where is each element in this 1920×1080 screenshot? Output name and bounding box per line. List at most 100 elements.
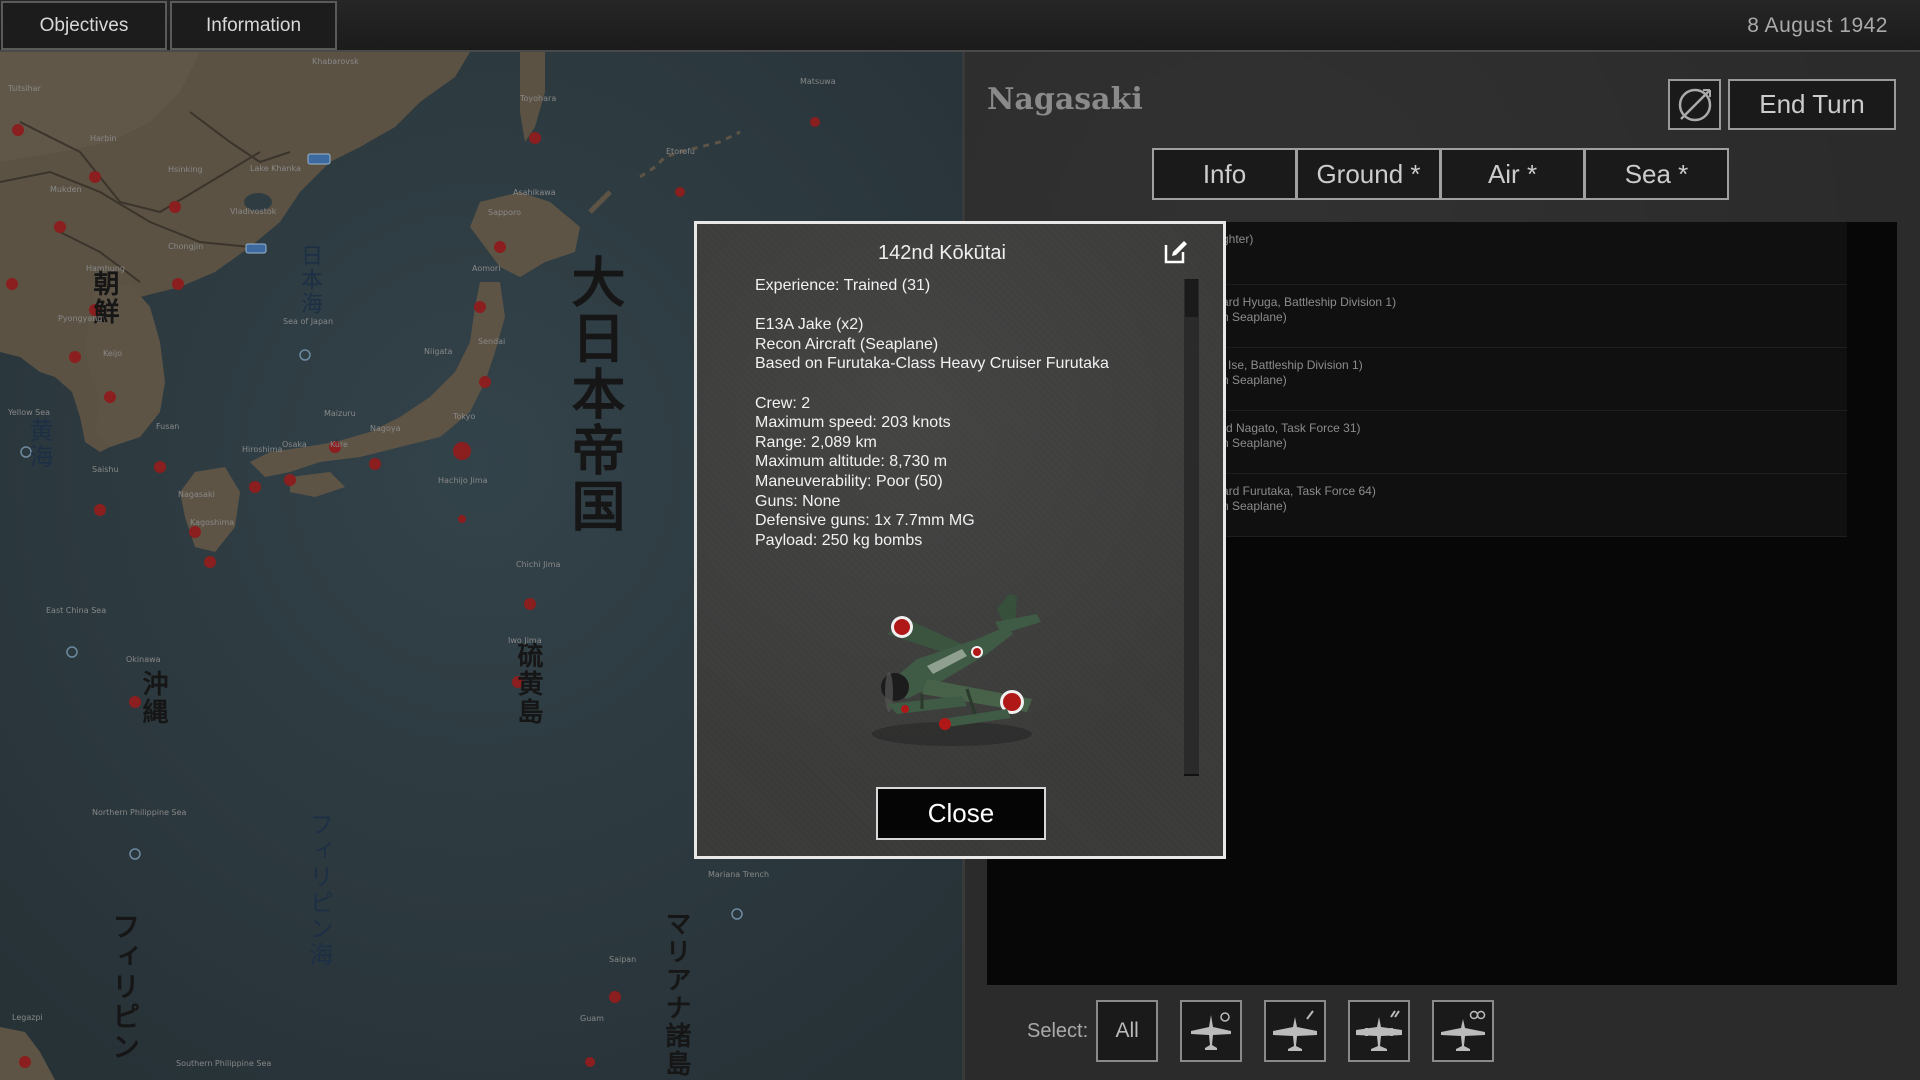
place-label: Pyongyang xyxy=(58,314,103,323)
unit-stats: Experience: Trained (31) E13A Jake (x2) … xyxy=(755,276,1150,550)
place-label: Sapporo xyxy=(488,208,522,217)
scrollbar-thumb[interactable] xyxy=(1185,279,1198,317)
place-label: Yellow Sea xyxy=(8,408,51,417)
payload-text: Payload: 250 kg bombs xyxy=(755,531,923,549)
unit-list-item-line1: rd Nagato, Task Force 31) xyxy=(1222,421,1361,435)
select-heavy-bombers-button[interactable] xyxy=(1348,1000,1411,1062)
place-label: Northern Philippine Sea xyxy=(92,808,187,817)
dialog-title: 142nd Kōkūtai xyxy=(878,242,1006,264)
maneuverability-text: Maneuverability: Poor (50) xyxy=(755,472,943,490)
place-label: Keijo xyxy=(103,349,123,358)
end-turn-button[interactable]: End Turn xyxy=(1728,79,1896,130)
range-text: Range: 2,089 km xyxy=(755,433,877,451)
base-text: Based on Furutaka-Class Heavy Cruiser Fu… xyxy=(755,355,1109,373)
dialog-scrollbar[interactable] xyxy=(1184,279,1199,776)
place-label: Matsuwa xyxy=(800,77,836,86)
place-label: Niigata xyxy=(424,347,453,356)
place-label: Hachijo Jima xyxy=(438,476,488,485)
place-label: Maizuru xyxy=(324,409,356,418)
place-label: Guam xyxy=(580,1014,604,1023)
place-label: Hsinking xyxy=(168,165,203,174)
place-label: Hamhung xyxy=(86,264,125,273)
guns-text: Guns: None xyxy=(755,492,841,510)
tab-air[interactable]: Air * xyxy=(1440,148,1585,200)
tab-sea[interactable]: Sea * xyxy=(1584,148,1729,200)
place-label: Sendai xyxy=(478,337,506,346)
place-label: Okinawa xyxy=(126,655,161,664)
information-button[interactable]: Information xyxy=(170,1,337,50)
place-label: Lake Khanka xyxy=(250,164,301,173)
place-label: Southern Philippine Sea xyxy=(176,1059,272,1068)
unit-list-item-line1: ard Furutaka, Task Force 64) xyxy=(1222,484,1376,498)
place-label: Asahikawa xyxy=(513,188,556,197)
place-label: Toyohara xyxy=(520,94,557,103)
bomber-filter-icon xyxy=(1273,1010,1318,1051)
no-symbol-button[interactable] xyxy=(1668,79,1721,130)
max-speed-text: Maximum speed: 203 knots xyxy=(755,414,951,432)
edit-icon xyxy=(1164,241,1187,264)
place-label: Khabarovsk xyxy=(312,57,359,66)
place-label: Etorofu xyxy=(666,147,695,156)
map-label-philippines: フィリピン xyxy=(108,912,141,1062)
current-date: 8 August 1942 xyxy=(1747,14,1888,37)
tab-ground[interactable]: Ground * xyxy=(1296,148,1441,200)
no-symbol-icon xyxy=(1678,88,1711,121)
place-label: East China Sea xyxy=(46,606,107,615)
heavy-bomber-filter-icon xyxy=(1356,1010,1403,1051)
experience-text: Experience: Trained (31) xyxy=(755,277,931,294)
place-label: Sea of Japan xyxy=(283,317,334,326)
map-label-iwo-jima: 硫黄島 xyxy=(513,642,543,726)
objectives-button[interactable]: Objectives xyxy=(1,1,167,50)
unit-detail-dialog: 142nd Kōkūtai Experience: Trained (31) E… xyxy=(694,221,1226,859)
fighter-filter-icon xyxy=(1191,1012,1232,1050)
select-label: Select: xyxy=(1027,1019,1089,1042)
map-label-marianas: マリアナ諸島 xyxy=(661,910,691,1078)
place-label: Tsitsihar xyxy=(8,84,41,93)
place-label: Tokyo xyxy=(453,412,476,421)
map-label-empire: 大日本帝国 xyxy=(562,254,626,534)
place-label: Harbin xyxy=(90,134,117,143)
edit-button[interactable] xyxy=(1162,238,1190,266)
unit-list-item-line2: n Seaplane) xyxy=(1222,499,1287,513)
panel-title: Nagasaki xyxy=(987,82,1143,117)
defensive-guns-text: Defensive guns: 1x 7.7mm MG xyxy=(755,512,975,530)
unit-list-item-line1: ghter) xyxy=(1222,232,1254,246)
place-label: Chichi Jima xyxy=(516,560,561,569)
close-button[interactable]: Close xyxy=(876,787,1046,840)
place-label: Chongjin xyxy=(168,242,204,251)
map-label-philippine-sea: フィリピン海 xyxy=(305,812,333,968)
select-bombers-button[interactable] xyxy=(1264,1000,1327,1062)
place-label: Mukden xyxy=(50,185,82,194)
place-label: Kure xyxy=(330,440,348,449)
place-label: Osaka xyxy=(282,440,307,449)
select-bar: Select: All xyxy=(1027,1000,1516,1062)
place-label: Legazpi xyxy=(12,1013,43,1022)
tab-info[interactable]: Info xyxy=(1152,148,1297,200)
crew-text: Crew: 2 xyxy=(755,394,811,412)
map-label-yellow-sea: 黄海 xyxy=(25,418,53,470)
place-label: Nagoya xyxy=(370,424,401,433)
place-label: Saipan xyxy=(609,955,637,964)
top-bar: Objectives Information 8 August 1942 xyxy=(0,0,1920,52)
place-label: Fusan xyxy=(156,422,180,431)
role-text: Recon Aircraft (Seaplane) xyxy=(755,335,939,353)
max-altitude-text: Maximum altitude: 8,730 m xyxy=(755,453,948,471)
recon-filter-icon xyxy=(1441,1010,1486,1051)
unit-list-item-line2: n Seaplane) xyxy=(1222,310,1287,324)
place-label: Nagasaki xyxy=(178,490,215,499)
place-label: Kagoshima xyxy=(190,518,235,527)
select-fighters-button[interactable] xyxy=(1180,1000,1243,1062)
select-all-button[interactable]: All xyxy=(1096,1000,1159,1062)
place-label: Iwo Jima xyxy=(508,636,542,645)
place-label: Vladivostok xyxy=(230,207,277,216)
unit-list-item-line1: ard Hyuga, Battleship Division 1) xyxy=(1222,295,1397,309)
select-recon-button[interactable] xyxy=(1432,1000,1495,1062)
place-label: Hiroshima xyxy=(242,445,283,454)
panel-tabs: Info Ground * Air * Sea * xyxy=(1152,148,1729,200)
map-label-sea-of-japan: 日本海 xyxy=(297,244,322,316)
aircraft-image xyxy=(872,594,1041,746)
unit-list-item-line2: n Seaplane) xyxy=(1222,436,1287,450)
aircraft-text: E13A Jake (x2) xyxy=(755,316,864,334)
unit-list-item-line1: l Ise, Battleship Division 1) xyxy=(1222,358,1363,372)
place-label: Saishu xyxy=(92,465,119,474)
